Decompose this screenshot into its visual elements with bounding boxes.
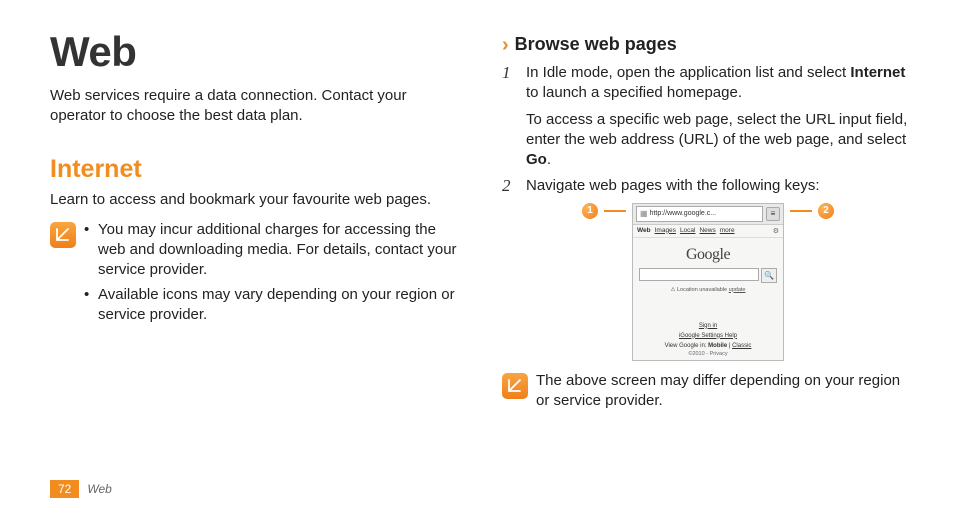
step-text: To access a specific web page, select th… [526,111,907,148]
note-icon [502,373,528,399]
chevron-right-icon: › [502,35,509,55]
page-footer: 72 Web [50,480,112,498]
url-input[interactable]: ▦ http://www.google.c... [636,206,763,222]
callout-line [790,210,812,212]
step-number: 1 [502,62,511,85]
copyright-row: ©2010 - Privacy [633,351,783,360]
page-number: 72 [50,480,79,498]
callout-badge-1: 1 [582,203,598,219]
right-column: › Browse web pages 1 In Idle mode, open … [502,28,914,518]
note-item: You may incur additional charges for acc… [84,220,462,281]
footer-section-name: Web [87,482,111,496]
tab-bar: Web Images Local News more ⚙ [633,225,783,238]
sub-heading-row: › Browse web pages [502,34,914,55]
step-paragraph: In Idle mode, open the application list … [526,63,914,104]
signin-link[interactable]: Sign in [699,323,717,329]
steps-list: 1 In Idle mode, open the application lis… [502,63,914,197]
sub-heading: Browse web pages [515,34,677,55]
globe-icon: ▦ [640,209,648,218]
tab-images[interactable]: Images [655,227,676,235]
note-block-internet: You may incur additional charges for acc… [50,220,462,329]
section-heading-internet: Internet [50,155,462,184]
url-text: http://www.google.c... [650,210,717,217]
callout-line [604,210,626,212]
view-mode-row: View Google in: Mobile | Classic [633,341,783,351]
location-update-link[interactable]: update [729,287,746,293]
note-text: The above screen may differ depending on… [536,371,914,412]
url-row: ▦ http://www.google.c... ≡ [633,204,783,225]
intro-text: Web services require a data connection. … [50,86,462,127]
note-icon [50,222,76,248]
footer-links-row: iGoogle Settings Help [633,331,783,341]
note-list: You may incur additional charges for acc… [84,220,462,329]
section-sub-internet: Learn to access and bookmark your favour… [50,190,462,210]
footer-links[interactable]: iGoogle Settings Help [679,333,737,339]
tab-web[interactable]: Web [637,227,651,235]
page-title: Web [50,28,462,76]
search-row: 🔍 [633,268,783,287]
location-text: Location unavailable [677,287,729,293]
note-item: Available icons may vary depending on yo… [84,285,462,326]
search-button[interactable]: 🔍 [761,268,777,283]
signin-row: Sign in [633,321,783,331]
google-logo: Google [633,238,783,268]
left-column: Web Web services require a data connecti… [50,28,462,518]
step-bold: Go [526,151,547,168]
step-text: . [547,151,551,168]
step-number: 2 [502,175,511,198]
step-item: 2 Navigate web pages with the following … [502,176,914,196]
gear-icon[interactable]: ⚙ [773,227,779,235]
menu-button[interactable]: ≡ [766,207,780,221]
search-input[interactable] [639,268,759,281]
view-classic-link[interactable]: Classic [732,343,751,349]
phone-screen: ▦ http://www.google.c... ≡ Web Images Lo… [632,203,784,361]
view-mobile: Mobile [708,343,727,349]
step-paragraph: Navigate web pages with the following ke… [526,176,914,196]
callout-badge-2: 2 [818,203,834,219]
search-icon: 🔍 [764,271,774,280]
logo-text: Google [686,246,730,263]
step-item: 1 In Idle mode, open the application lis… [502,63,914,170]
step-text: Navigate web pages with the following ke… [526,177,820,194]
phone-mockup-area: 1 ▦ http://www.google.c... ≡ Web Images … [578,203,838,361]
step-text: to launch a specified homepage. [526,84,742,101]
tab-more[interactable]: more [720,227,735,235]
step-paragraph: To access a specific web page, select th… [526,110,914,171]
view-text: View Google in: [665,343,709,349]
note-block-screen: The above screen may differ depending on… [502,371,914,412]
step-text: In Idle mode, open the application list … [526,64,850,81]
menu-icon: ≡ [771,209,776,218]
tab-local[interactable]: Local [680,227,696,235]
tab-news[interactable]: News [699,227,715,235]
step-bold: Internet [850,64,905,81]
location-row: ⚠ Location unavailable update [633,287,783,321]
